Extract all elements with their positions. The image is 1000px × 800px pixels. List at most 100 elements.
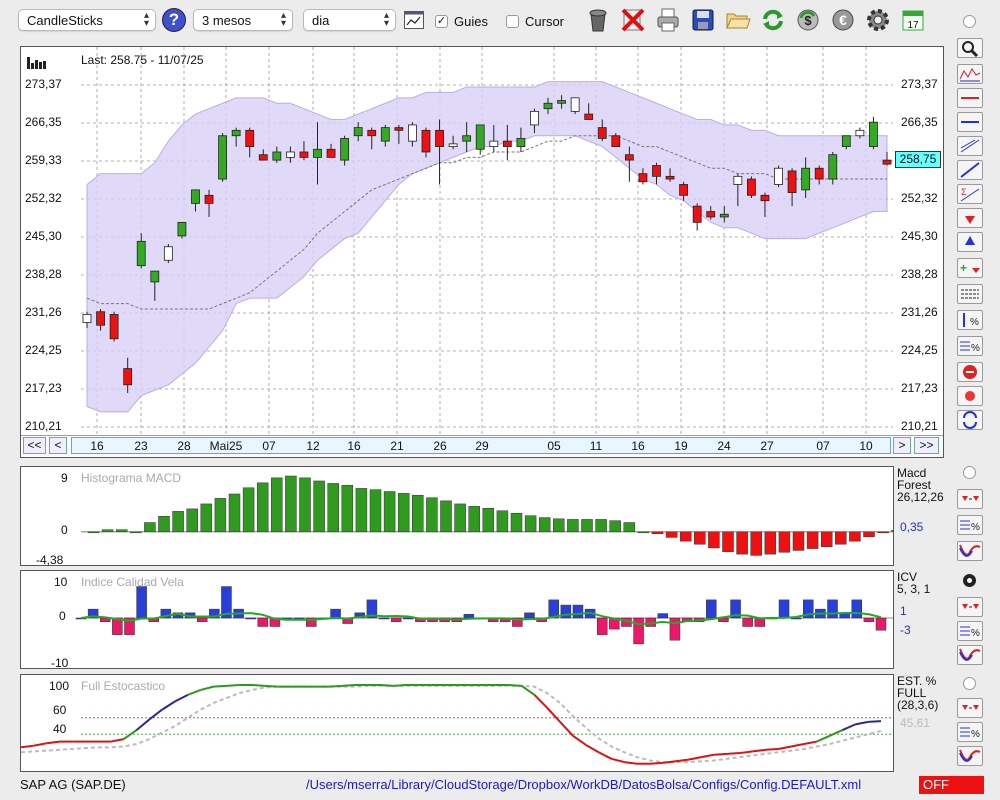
calendar-icon[interactable]: 17 — [900, 7, 926, 33]
macd-legend: Macd Forest 26,12,26 — [897, 467, 944, 503]
sigma-line-icon[interactable]: Σ — [957, 184, 983, 204]
status-off-badge[interactable]: OFF — [919, 776, 984, 794]
macd-percent-icon[interactable]: % — [957, 515, 983, 535]
candle — [163, 244, 173, 263]
save-icon[interactable] — [690, 7, 716, 33]
icv-curve-icon[interactable] — [957, 645, 983, 665]
stoch-k-segment — [842, 723, 856, 732]
macd-radio[interactable] — [963, 466, 976, 479]
nav-prev-button[interactable]: < — [49, 437, 67, 454]
stochastic-title: Full Estocastico — [81, 679, 166, 693]
macd-bar — [327, 483, 339, 533]
zoom-icon[interactable] — [957, 38, 983, 58]
price-axis-label-right: 273,37 — [901, 77, 938, 91]
macd-bar — [806, 531, 819, 549]
candle-body — [448, 143, 458, 147]
interval-select[interactable]: dia ▴ ▾ — [303, 9, 396, 31]
arrow-up-icon[interactable] — [957, 232, 983, 252]
swap-icon[interactable] — [957, 410, 983, 430]
trendline-icon[interactable] — [957, 160, 983, 180]
delete-icon[interactable] — [620, 7, 646, 33]
icv-bar — [257, 617, 269, 627]
horizontal-line-red-icon[interactable] — [957, 88, 983, 108]
icv-percent-icon[interactable]: % — [957, 621, 983, 641]
stoch-k-segment — [726, 752, 740, 755]
guides-checkbox[interactable]: ✓ — [435, 15, 448, 28]
candle-body — [82, 314, 92, 323]
cursor-checkbox[interactable] — [506, 15, 519, 28]
percent-range-icon[interactable]: % — [957, 310, 983, 330]
stoch-k-segment — [508, 684, 522, 687]
stoch-k-segment — [546, 707, 561, 723]
macd-bar — [496, 510, 509, 533]
price-axis-label-left: 238,28 — [25, 267, 62, 281]
nav-first-button[interactable]: << — [23, 437, 46, 454]
channel-icon[interactable] — [957, 136, 983, 156]
help-icon[interactable]: ? — [162, 8, 186, 32]
macd-bar — [524, 515, 537, 533]
macd-bar — [863, 531, 875, 538]
refresh-icon[interactable] — [760, 7, 786, 33]
icv-bar — [754, 617, 766, 627]
print-icon[interactable] — [655, 7, 681, 33]
stoch-arrows-icon[interactable] — [957, 698, 983, 718]
price-chart-svg[interactable] — [21, 47, 943, 457]
lines-icon[interactable] — [957, 284, 983, 304]
horizontal-line-blue-icon[interactable] — [957, 112, 983, 132]
euro-icon[interactable]: € — [830, 7, 856, 33]
config-path-link[interactable]: /Users/mserra/Library/CloudStorage/Dropb… — [306, 777, 861, 792]
percent-lines-icon[interactable]: % — [957, 336, 983, 356]
price-axis-label-left: 217,23 — [25, 381, 62, 395]
candle-body — [570, 97, 580, 112]
stochastic-radio[interactable] — [963, 677, 976, 690]
trash-icon[interactable] — [585, 7, 611, 33]
bollinger-icon[interactable] — [957, 64, 983, 84]
price-axis-label-right: 231,26 — [901, 305, 938, 319]
macd-bar — [877, 531, 889, 534]
date-nav-bar: << < 16 23 28 Mai25 07 12 16 21 26 29 05 11 16 19 24 27… — [21, 435, 943, 456]
icv-arrows-icon[interactable] — [957, 597, 983, 617]
candle-body — [584, 113, 594, 120]
settings-icon[interactable] — [865, 7, 891, 33]
icv-bar — [875, 617, 887, 631]
nav-last-button[interactable]: >> — [914, 437, 939, 454]
svg-text:$: $ — [804, 13, 812, 28]
candle-body — [462, 135, 472, 142]
chart-type-select[interactable]: CandleSticks ▴ ▾ — [18, 9, 156, 31]
icv-bar — [390, 617, 402, 622]
stoch-k-segment — [624, 761, 638, 765]
arrow-down-icon[interactable] — [957, 208, 983, 228]
dollar-icon[interactable]: $ — [795, 7, 821, 33]
price-axis-label-left: 259,33 — [25, 153, 62, 167]
stoch-k-segment — [585, 743, 600, 754]
macd-bar — [778, 531, 791, 553]
stoch-y-100: 100 — [49, 679, 70, 693]
macd-curve-icon[interactable] — [957, 541, 983, 561]
icv-radio-selected[interactable] — [963, 574, 976, 587]
stoch-percent-icon[interactable]: % — [957, 722, 983, 742]
no-entry-icon[interactable] — [957, 362, 983, 382]
nav-next-button[interactable]: > — [893, 437, 911, 454]
toolbar-radio[interactable] — [963, 15, 976, 28]
stoch-k-segment — [765, 747, 779, 751]
add-remove-icon[interactable]: + — [957, 258, 983, 278]
folder-icon[interactable] — [725, 7, 751, 33]
line-chart-icon[interactable] — [404, 11, 424, 29]
period-select[interactable]: 3 mesos ▴ ▾ — [193, 9, 293, 31]
candle-body — [177, 221, 187, 237]
macd-bar — [835, 531, 847, 545]
macd-arrows-icon[interactable] — [957, 489, 983, 509]
svg-text:€: € — [839, 12, 847, 28]
macd-bar — [130, 531, 142, 534]
stoch-k-segment — [380, 684, 394, 687]
record-icon[interactable] — [957, 386, 983, 406]
candle-body — [109, 314, 119, 340]
candle-body — [489, 140, 499, 147]
icv-bar — [669, 617, 681, 641]
candle-body — [475, 124, 485, 150]
stoch-k-segment — [264, 684, 278, 688]
stoch-k-segment — [226, 684, 240, 687]
stoch-k-segment — [816, 734, 831, 743]
stochastic-value: 45,61 — [900, 716, 931, 730]
stoch-curve-icon[interactable] — [957, 746, 983, 766]
